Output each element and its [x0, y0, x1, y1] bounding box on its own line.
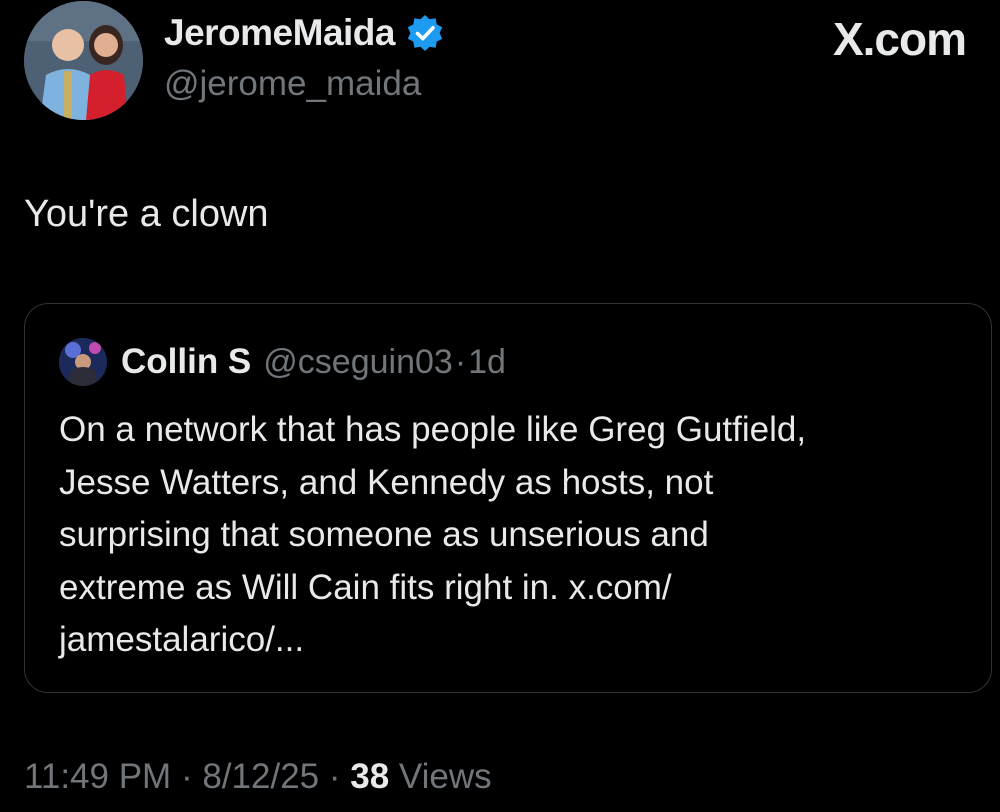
author-handle[interactable]: @jerome_maida [164, 64, 421, 104]
brand-watermark: X.com [832, 13, 967, 65]
author-avatar[interactable] [24, 1, 143, 120]
quoted-tweet-text: On a network that has people like Greg G… [59, 404, 969, 667]
quoted-tweet-header: Collin S @cseguin03 · 1d [121, 342, 506, 382]
author-name-row: JeromeMaida [164, 12, 445, 54]
quoted-author-avatar[interactable] [59, 338, 107, 386]
author-display-name[interactable]: JeromeMaida [164, 12, 396, 54]
quoted-text-line: surprising that someone as unserious and [59, 515, 709, 554]
footer-separator: · [180, 757, 193, 796]
tweet-date[interactable]: 8/12/25 [202, 757, 319, 796]
quoted-tweet-card[interactable]: Collin S @cseguin03 · 1d On a network th… [24, 303, 992, 693]
meta-separator: · [454, 343, 467, 381]
verified-badge-icon [407, 15, 443, 51]
quoted-tweet-age[interactable]: 1d [468, 343, 506, 382]
quoted-text-line: Jesse Watters, and Kennedy as hosts, not [59, 462, 714, 502]
quoted-text-line-link[interactable]: jamestalarico/... [59, 614, 969, 667]
views-count: 38 [350, 757, 390, 796]
quoted-text-line: On a network that has people like Greg G… [59, 410, 807, 449]
tweet-time[interactable]: 11:49 PM [24, 757, 171, 796]
footer-separator: · [328, 757, 341, 796]
quoted-author-name[interactable]: Collin S [121, 342, 251, 382]
views-label: Views [398, 757, 492, 796]
tweet-text: You're a clown [24, 193, 269, 235]
profile-photo-icon [24, 1, 143, 120]
profile-photo-icon [59, 338, 107, 386]
quoted-author-handle[interactable]: @cseguin03 [263, 343, 453, 382]
quoted-text-line-link[interactable]: extreme as Will Cain fits right in. x.co… [59, 562, 969, 615]
tweet-footer: 11:49 PM · 8/12/25 · 38 Views [24, 757, 492, 797]
